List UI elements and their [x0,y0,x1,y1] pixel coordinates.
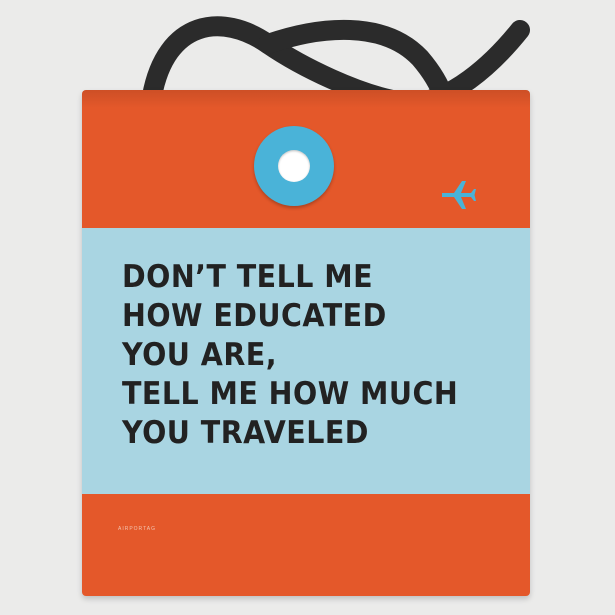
quote-text: DON’T TELL ME HOW EDUCATED YOU ARE, TELL… [122,258,490,453]
quote-line: DON’T TELL ME [122,259,374,295]
tag-eyelet-icon [254,126,334,206]
brand-mark: AIRPORTAG [118,526,156,532]
quote-line: HOW EDUCATED [122,298,387,334]
tote-bag: DON’T TELL ME HOW EDUCATED YOU ARE, TELL… [82,90,530,596]
eyelet-hole [278,150,310,182]
quote-line: YOU ARE, [122,337,278,373]
quote-line: TELL ME HOW MUCH [122,376,459,412]
product-photo: DON’T TELL ME HOW EDUCATED YOU ARE, TELL… [0,0,615,615]
airplane-icon [442,181,476,209]
quote-line: YOU TRAVELED [122,415,369,451]
